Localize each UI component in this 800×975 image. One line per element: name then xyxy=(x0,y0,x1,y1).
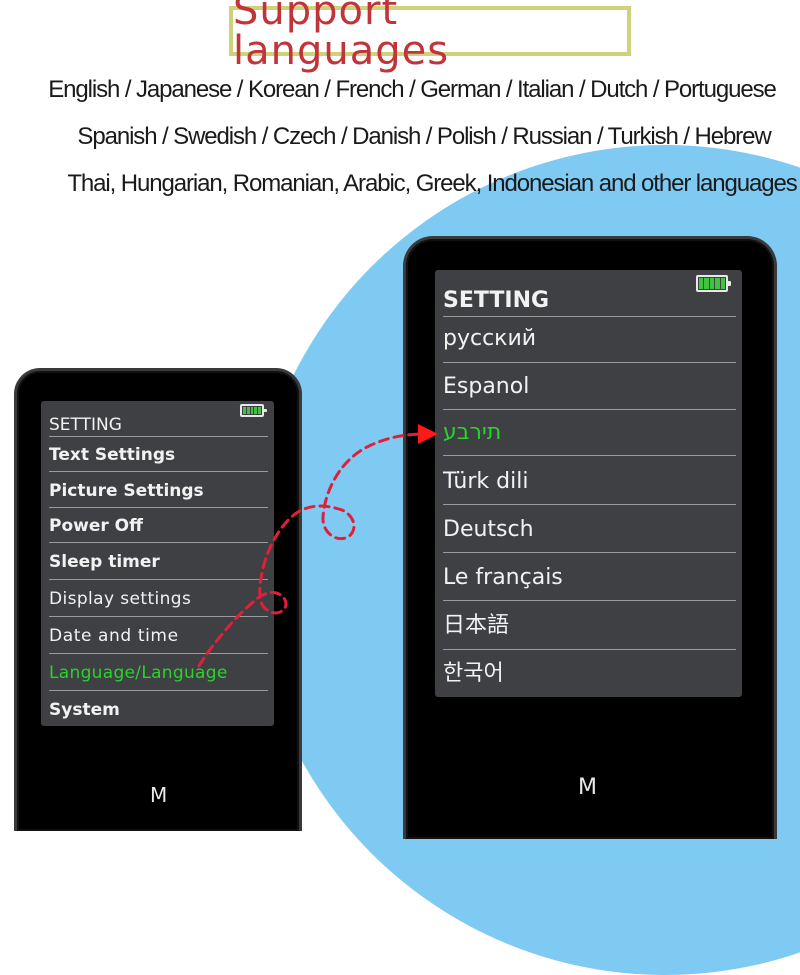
language-option-spanish[interactable]: Espanol xyxy=(443,363,736,410)
left-device: SETTING Text Settings Picture Settings P… xyxy=(14,368,302,831)
right-device: SETTING русский Espanol תירבע Türk dili … xyxy=(403,236,777,839)
language-option-french[interactable]: Le français xyxy=(443,553,736,601)
language-option-turkish[interactable]: Türk dili xyxy=(443,456,736,505)
menu-item-text-settings[interactable]: Text Settings xyxy=(49,437,268,472)
supported-languages-line-3: Thai, Hungarian, Romanian, Arabic, Greek… xyxy=(67,170,797,197)
screen-title: SETTING xyxy=(49,413,268,437)
menu-button[interactable]: M xyxy=(578,775,597,800)
menu-button[interactable]: M xyxy=(150,783,167,807)
language-option-hebrew[interactable]: תירבע xyxy=(443,410,736,456)
right-device-screen: SETTING русский Espanol תירבע Türk dili … xyxy=(435,270,742,697)
menu-item-date-and-time[interactable]: Date and time xyxy=(49,617,268,654)
supported-languages-line-1: English / Japanese / Korean / French / G… xyxy=(48,76,777,103)
language-option-russian[interactable]: русский xyxy=(443,317,736,363)
menu-item-power-off[interactable]: Power Off xyxy=(49,508,268,543)
language-option-japanese[interactable]: 日本語 xyxy=(443,601,736,650)
menu-item-language[interactable]: Language/Language xyxy=(49,654,268,691)
menu-item-display-settings[interactable]: Display settings xyxy=(49,580,268,617)
page-title: Support languages xyxy=(233,0,450,74)
language-option-german[interactable]: Deutsch xyxy=(443,505,736,553)
title-banner: Support languages xyxy=(229,0,631,71)
language-option-korean[interactable]: 한국어 xyxy=(443,650,736,694)
menu-item-system[interactable]: System xyxy=(49,691,268,727)
menu-item-picture-settings[interactable]: Picture Settings xyxy=(49,472,268,508)
left-device-screen: SETTING Text Settings Picture Settings P… xyxy=(41,401,274,726)
screen-title: SETTING xyxy=(443,284,736,317)
menu-item-sleep-timer[interactable]: Sleep timer xyxy=(49,543,268,580)
supported-languages-line-2: Spanish / Swedish / Czech / Danish / Pol… xyxy=(77,123,771,150)
